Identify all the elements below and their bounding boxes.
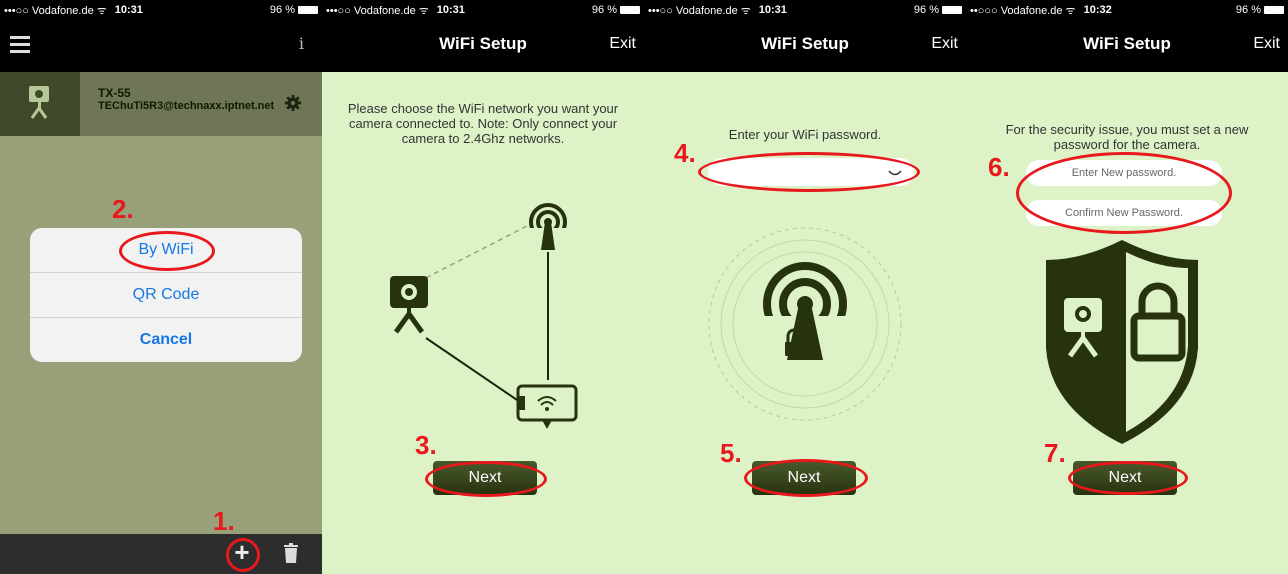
qr-code-option[interactable]: QR Code bbox=[30, 273, 302, 318]
trash-icon[interactable] bbox=[283, 543, 299, 563]
step-mark-2: 2. bbox=[112, 194, 134, 224]
smartphone-wifi-icon bbox=[516, 384, 578, 429]
step-mark-4: 4. bbox=[674, 138, 696, 168]
clock-label: 10:32 bbox=[1083, 4, 1112, 16]
exit-button[interactable]: Exit bbox=[1253, 35, 1280, 53]
hamburger-menu-icon[interactable] bbox=[10, 36, 30, 57]
battery-indicator: 96 % bbox=[270, 4, 318, 16]
highlight-ring bbox=[1068, 461, 1188, 495]
nav-bar: WiFi Setup Exit bbox=[966, 20, 1288, 72]
step-mark-3: 3. bbox=[415, 430, 437, 460]
screen-device-list: •••○○ Vodafone.de ᯤ 10:31 96 % i TX-55 T… bbox=[0, 0, 322, 574]
shield-lock-icon bbox=[1046, 240, 1198, 444]
exit-button[interactable]: Exit bbox=[931, 35, 958, 53]
instruction-text: For the security issue, you must set a n… bbox=[1005, 122, 1249, 152]
highlight-ring bbox=[226, 538, 260, 572]
camera-icon bbox=[390, 276, 428, 334]
router-antenna-icon bbox=[529, 203, 567, 250]
highlight-ring bbox=[698, 152, 920, 192]
status-bar: •••○○ Vodafone.de ᯤ 10:31 96 % bbox=[644, 0, 966, 20]
clock-label: 10:31 bbox=[758, 4, 787, 16]
battery-indicator: 96 % bbox=[1236, 4, 1284, 16]
status-bar: •••○○ Vodafone.de ᯤ 10:31 96 % bbox=[0, 0, 322, 20]
battery-icon bbox=[942, 6, 962, 14]
device-name: TX-55 bbox=[98, 86, 131, 100]
camera-icon bbox=[29, 86, 49, 119]
carrier-label: •••○○ Vodafone.de ᯤ bbox=[4, 4, 107, 17]
clock-label: 10:31 bbox=[114, 4, 143, 16]
bottom-toolbar bbox=[0, 534, 322, 574]
highlight-ring bbox=[744, 459, 868, 497]
nav-bar: WiFi Setup Exit bbox=[644, 20, 966, 72]
battery-indicator: 96 % bbox=[914, 4, 962, 16]
secured-wifi-illustration bbox=[708, 227, 902, 421]
info-icon[interactable]: i bbox=[299, 34, 304, 53]
battery-icon bbox=[298, 6, 318, 14]
status-bar: ••○○○ Vodafone.de ᯤ 10:32 96 % bbox=[966, 0, 1288, 20]
battery-label: 96 % bbox=[269, 4, 295, 16]
gear-icon[interactable] bbox=[284, 94, 302, 112]
screen-wifi-setup-choose: •••○○ Vodafone.de ᯤ 10:31 96 % WiFi Setu… bbox=[322, 0, 644, 574]
device-row[interactable]: TX-55 TEChuTi5R3@technaxx.iptnet.net bbox=[0, 72, 322, 136]
device-id: TEChuTi5R3@technaxx.iptnet.net bbox=[98, 100, 275, 112]
highlight-ring bbox=[119, 231, 215, 271]
highlight-ring bbox=[425, 461, 547, 497]
battery-icon bbox=[1264, 6, 1284, 14]
battery-label: 96 % bbox=[1235, 4, 1261, 16]
page-title: WiFi Setup bbox=[1083, 34, 1171, 53]
highlight-ring bbox=[1016, 152, 1232, 234]
page-title: WiFi Setup bbox=[761, 34, 849, 53]
step-mark-7: 7. bbox=[1044, 438, 1066, 468]
step-mark-5: 5. bbox=[720, 438, 742, 468]
cancel-option[interactable]: Cancel bbox=[30, 318, 302, 362]
instruction-text: Enter your WiFi password. bbox=[728, 127, 882, 142]
screen-wifi-setup-camera-password: ••○○○ Vodafone.de ᯤ 10:32 96 % WiFi Setu… bbox=[966, 0, 1288, 574]
battery-label: 96 % bbox=[913, 4, 939, 16]
carrier-label: •••○○ Vodafone.de ᯤ bbox=[648, 4, 751, 17]
device-thumbnail bbox=[0, 72, 80, 136]
screen-wifi-setup-password: •••○○ Vodafone.de ᯤ 10:31 96 % WiFi Setu… bbox=[644, 0, 966, 574]
carrier-label: ••○○○ Vodafone.de ᯤ bbox=[970, 4, 1076, 17]
step-mark-1: 1. bbox=[213, 506, 235, 536]
nav-bar: i bbox=[0, 20, 322, 72]
step-mark-6: 6. bbox=[988, 152, 1010, 182]
